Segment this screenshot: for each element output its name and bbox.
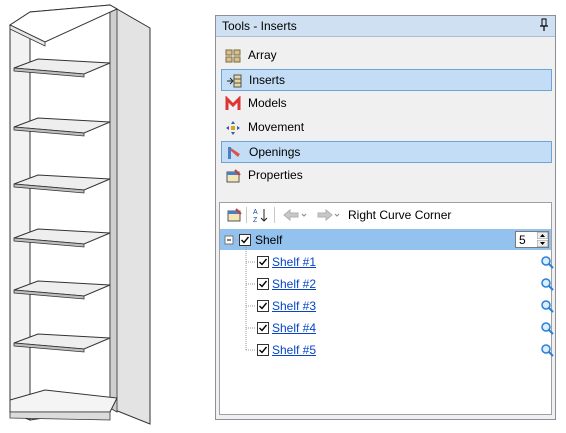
openings-icon [228, 147, 240, 159]
category-label: Models [248, 96, 287, 110]
shelf-checkbox[interactable] [257, 344, 269, 356]
zoom-icon[interactable] [540, 277, 554, 291]
zoom-icon[interactable] [540, 321, 554, 335]
category-models[interactable]: Models [221, 93, 552, 115]
panel-title: Tools - Inserts [222, 19, 297, 33]
panel-titlebar: Tools - Inserts [216, 16, 555, 37]
svg-text:Z: Z [253, 217, 258, 223]
spin-up-icon[interactable] [537, 232, 548, 239]
shelf-checkbox[interactable] [257, 278, 269, 290]
pin-icon[interactable] [539, 18, 549, 32]
tree-lines [224, 235, 256, 351]
root-checkbox[interactable] [239, 234, 251, 246]
models-icon [225, 96, 241, 110]
category-openings[interactable]: Openings [221, 141, 552, 163]
array-icon [225, 49, 241, 63]
insert-tree: A Z Right Curve Corner Shelf 5 Shelf #1 … [219, 202, 554, 415]
shelf-checkbox[interactable] [257, 256, 269, 268]
shelf-link[interactable]: Shelf #2 [272, 277, 316, 291]
properties-icon[interactable] [226, 207, 242, 223]
shelf-link[interactable]: Shelf #1 [272, 255, 316, 269]
sort-icon[interactable]: A Z [253, 207, 269, 223]
shelf-link[interactable]: Shelf #4 [272, 321, 316, 335]
category-array[interactable]: Array [221, 45, 552, 67]
tree-toolbar: A Z Right Curve Corner [220, 203, 551, 227]
category-inserts[interactable]: Inserts [221, 69, 552, 91]
category-label: Array [248, 48, 277, 62]
forward-arrow-icon[interactable] [314, 207, 342, 223]
root-label: Shelf [255, 233, 283, 247]
shelf-checkbox[interactable] [257, 322, 269, 334]
properties-icon [226, 169, 241, 183]
category-label: Properties [248, 168, 303, 182]
inserts-icon [227, 74, 242, 88]
svg-text:A: A [253, 209, 258, 216]
shelf-link[interactable]: Shelf #3 [272, 299, 316, 313]
movement-icon [226, 121, 240, 135]
breadcrumb[interactable]: Right Curve Corner [348, 208, 451, 222]
category-label: Movement [248, 120, 305, 134]
category-movement[interactable]: Movement [221, 117, 552, 139]
toolbar-separator [274, 207, 275, 223]
shelf-link[interactable]: Shelf #5 [272, 343, 316, 357]
tools-inserts-panel: Tools - Inserts Array Inserts Models Moveme… [215, 15, 556, 420]
cabinet-3d-preview[interactable] [0, 0, 200, 433]
shelf-count-stepper[interactable]: 5 [515, 231, 549, 248]
category-label: Openings [249, 145, 301, 159]
back-arrow-icon[interactable] [282, 207, 308, 223]
zoom-icon[interactable] [540, 343, 554, 357]
zoom-icon[interactable] [540, 299, 554, 313]
toolbar-separator [246, 207, 247, 223]
category-properties[interactable]: Properties [221, 165, 552, 187]
category-label: Inserts [249, 73, 286, 87]
shelf-count-value[interactable]: 5 [519, 233, 526, 247]
zoom-icon[interactable] [540, 255, 554, 269]
spin-down-icon[interactable] [537, 240, 548, 247]
shelf-checkbox[interactable] [257, 300, 269, 312]
